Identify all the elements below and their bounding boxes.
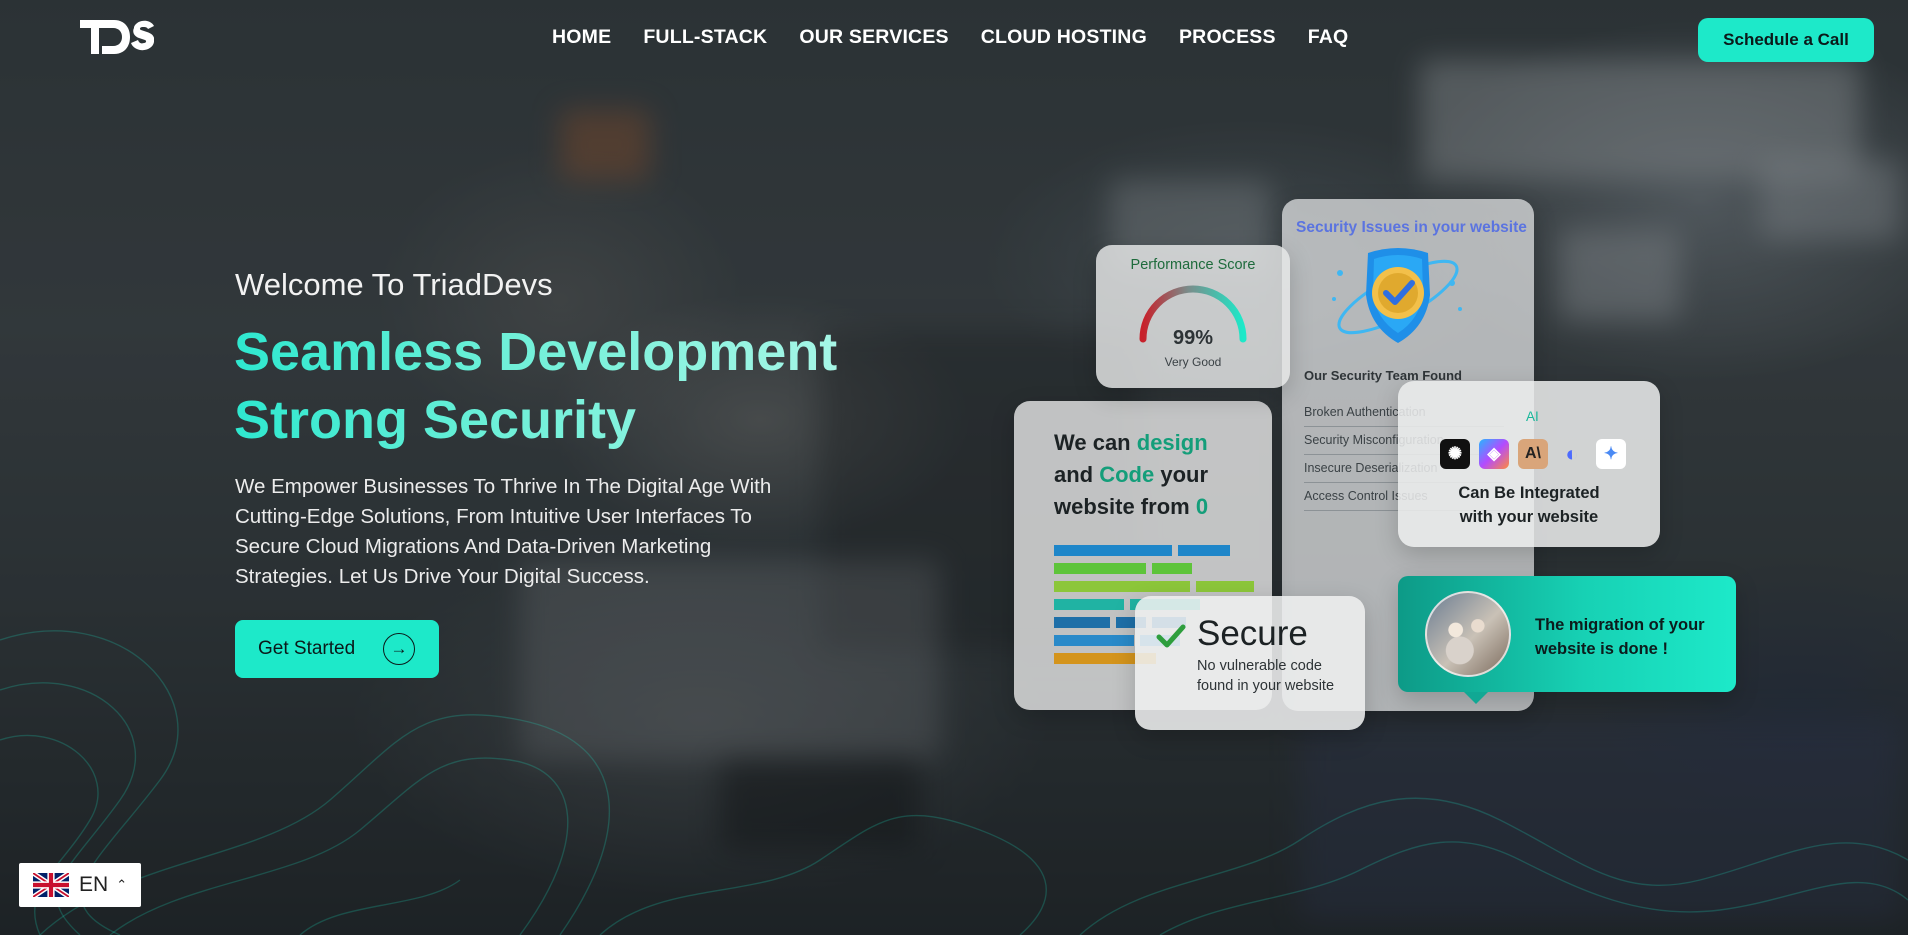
security-shield-icon bbox=[1332, 248, 1462, 343]
secure-description: No vulnerable code found in your website bbox=[1197, 658, 1335, 694]
brand-logo[interactable] bbox=[80, 18, 154, 56]
hero-description: We Empower Businesses To Thrive In The D… bbox=[235, 475, 772, 588]
hero-welcome: Welcome To TriadDevs bbox=[235, 267, 553, 302]
ai-integration-card: AI ✺ ◈ A\ ◐ ✦ Can Be Integrated with you… bbox=[1398, 381, 1660, 547]
hero-title-line2: Strong Security bbox=[234, 390, 637, 450]
performance-title: Performance Score bbox=[1130, 257, 1256, 273]
nav-item-full-stack[interactable]: FULL-STACK bbox=[643, 26, 767, 49]
uk-flag-icon bbox=[33, 873, 69, 897]
performance-score: 99% bbox=[1172, 327, 1214, 349]
schedule-call-button[interactable]: Schedule a Call bbox=[1698, 18, 1874, 62]
team-photo-avatar bbox=[1425, 591, 1511, 677]
language-selector[interactable]: EN ⌃ bbox=[19, 863, 141, 907]
design-code-title: We can design and Code your website from… bbox=[1054, 430, 1209, 519]
ai-label: AI bbox=[1526, 409, 1539, 424]
hero-title-line1: Seamless Development bbox=[234, 322, 838, 382]
security-card-title: Security Issues in your website bbox=[1296, 219, 1527, 236]
migration-text: The migration of your website is done ! bbox=[1535, 616, 1705, 658]
nav-item-home[interactable]: HOME bbox=[552, 26, 611, 49]
migration-done-card: The migration of your website is done ! bbox=[1398, 576, 1736, 704]
language-code: EN bbox=[79, 873, 109, 896]
nav-item-cloud-hosting[interactable]: CLOUD HOSTING bbox=[981, 26, 1147, 49]
main-nav: HOME FULL-STACK OUR SERVICES CLOUD HOSTI… bbox=[552, 26, 1348, 49]
checkmark-icon bbox=[1156, 624, 1186, 648]
hero-title: Seamless Development Strong Security bbox=[234, 318, 837, 454]
chevron-up-icon: ⌃ bbox=[116, 877, 128, 892]
get-started-label: Get Started bbox=[258, 638, 356, 659]
ai-icons-row: ✺ ◈ A\ ◐ ✦ bbox=[1440, 439, 1626, 469]
nav-item-our-services[interactable]: OUR SERVICES bbox=[799, 26, 948, 49]
gemini-icon: ✦ bbox=[1596, 439, 1626, 469]
anthropic-icon: A\ bbox=[1518, 439, 1548, 469]
secure-title: Secure bbox=[1197, 614, 1308, 653]
get-started-button[interactable]: Get Started → bbox=[235, 620, 439, 678]
secure-card: Secure No vulnerable code found in your … bbox=[1135, 596, 1365, 730]
nav-item-faq[interactable]: FAQ bbox=[1308, 26, 1349, 49]
deepseek-icon: ◐ bbox=[1565, 441, 1579, 466]
ai-integration-text: Can Be Integrated with your website bbox=[1458, 484, 1600, 526]
chatgpt-icon: ✺ bbox=[1440, 439, 1470, 469]
copilot-icon: ◈ bbox=[1479, 439, 1509, 469]
arrow-right-icon: → bbox=[383, 633, 415, 665]
performance-score-card: Performance Score 99% Very Good bbox=[1096, 245, 1290, 388]
performance-label: Very Good bbox=[1164, 355, 1222, 369]
nav-item-process[interactable]: PROCESS bbox=[1179, 26, 1276, 49]
